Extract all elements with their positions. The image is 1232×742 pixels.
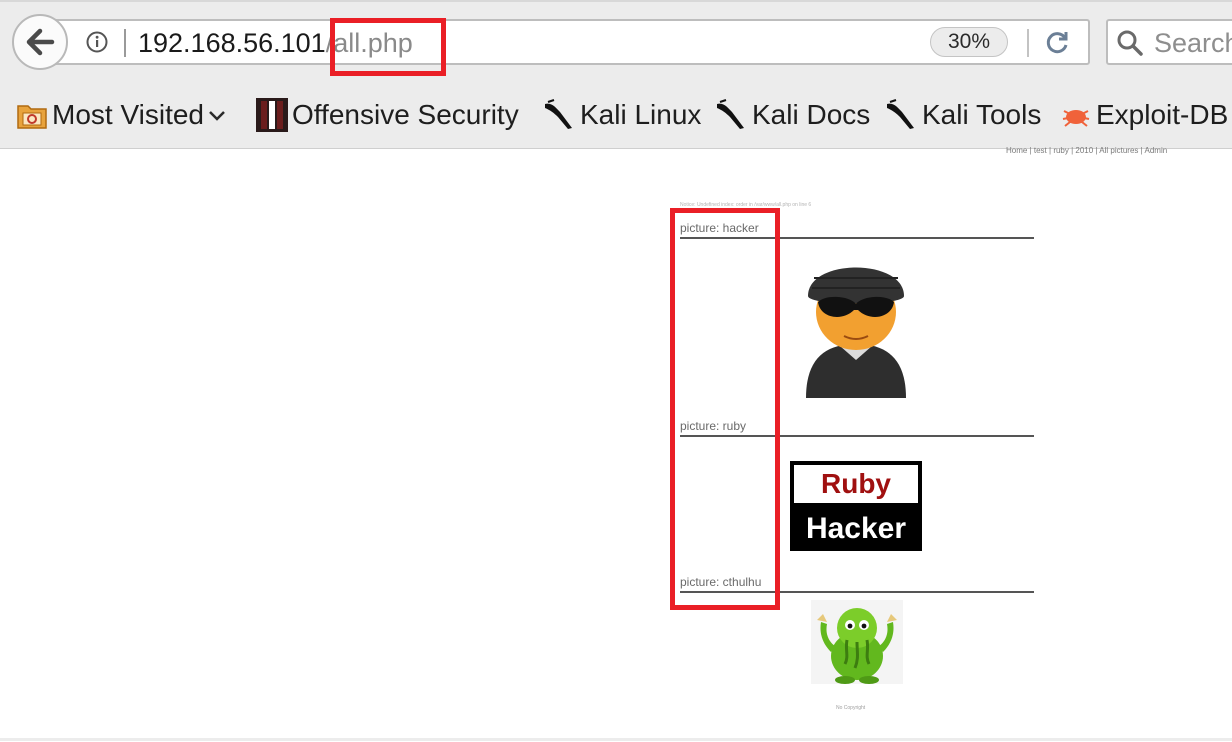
search-bar[interactable]: Search: [1106, 19, 1232, 65]
url-host: 192.168.56.101: [138, 28, 326, 58]
back-button[interactable]: [12, 14, 68, 70]
chevron-down-icon: [209, 111, 225, 121]
kali-dragon-icon: [717, 99, 744, 129]
cthulhu-cartoon-image[interactable]: [811, 600, 903, 684]
hacker-avatar-image[interactable]: [800, 248, 912, 408]
search-icon: [1117, 30, 1143, 56]
bookmark-exploit-db[interactable]: Exploit-DB: [1060, 94, 1228, 136]
site-info-icon[interactable]: [86, 31, 108, 53]
tab-strip-edge: [0, 0, 1232, 2]
picture-labels-highlight: [670, 208, 780, 610]
offensive-security-icon: [256, 98, 288, 132]
address-bar[interactable]: 192.168.56.101/all.php 30%: [40, 19, 1090, 65]
ruby-logo-top-text: Ruby: [821, 468, 891, 499]
nav-link-ruby[interactable]: ruby: [1053, 146, 1069, 155]
nav-link-admin[interactable]: Admin: [1145, 146, 1168, 155]
url-path-highlight: [330, 18, 446, 76]
nav-link-test[interactable]: test: [1034, 146, 1047, 155]
nav-link-2010[interactable]: 2010: [1075, 146, 1093, 155]
address-separator: [124, 29, 126, 57]
address-separator-2: [1027, 29, 1029, 57]
bookmark-offensive-security[interactable]: Offensive Security: [256, 94, 519, 136]
ruby-hacker-logo-image[interactable]: Ruby Hacker: [789, 460, 923, 552]
kali-dragon-icon: [545, 99, 572, 129]
exploit-db-icon: [1062, 110, 1090, 127]
nav-link-all-pictures[interactable]: All pictures: [1099, 146, 1138, 155]
bookmark-label: Offensive Security: [292, 99, 519, 130]
footer-copyright: No Copyright: [836, 705, 866, 711]
browser-toolbar: 192.168.56.101/all.php 30% Search Most V…: [0, 0, 1232, 149]
bookmark-label: Kali Tools: [922, 99, 1042, 130]
site-nav: Home | test | ruby | 2010 | All pictures…: [1006, 146, 1168, 155]
bookmark-label: Most Visited: [52, 99, 204, 130]
bookmark-kali-linux[interactable]: Kali Linux: [542, 94, 701, 136]
bookmark-label: Exploit-DB: [1096, 99, 1229, 130]
ruby-logo-bottom-text: Hacker: [806, 512, 906, 545]
bookmark-label: Kali Linux: [580, 99, 702, 130]
reload-icon[interactable]: [1044, 30, 1070, 56]
zoom-level-button[interactable]: 30%: [930, 27, 1008, 57]
bookmarks-toolbar: Most Visited Offensive Security Kali Lin…: [0, 94, 1232, 138]
nav-link-home[interactable]: Home: [1006, 146, 1027, 155]
bookmark-most-visited[interactable]: Most Visited: [16, 94, 232, 136]
bookmark-kali-docs[interactable]: Kali Docs: [714, 94, 870, 136]
bookmark-kali-tools[interactable]: Kali Tools: [884, 94, 1041, 136]
back-arrow-icon: [26, 28, 55, 56]
most-visited-icon: [17, 105, 47, 129]
kali-dragon-icon: [887, 99, 914, 129]
bookmark-label: Kali Docs: [752, 99, 871, 130]
page-bottom-edge: [0, 738, 1232, 741]
search-placeholder: Search: [1154, 28, 1232, 58]
